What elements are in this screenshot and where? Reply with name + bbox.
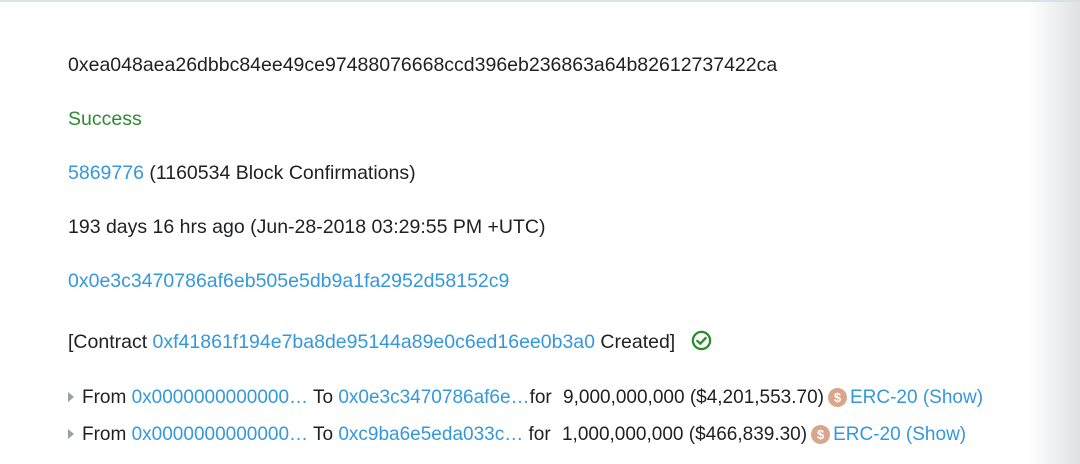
status-row: Success <box>68 107 142 131</box>
from-row: 0x0e3c3470786af6eb505e5db9a1fa2952d58152… <box>68 269 509 293</box>
caret-right-icon[interactable] <box>68 429 74 439</box>
to-prefix: [Contract <box>68 331 148 353</box>
check-circle-icon <box>691 330 711 351</box>
token-transfer-row: From 0x0000000000000… To 0xc9ba6e5eda033… <box>68 423 966 447</box>
right-edge-fade <box>1028 0 1080 464</box>
transfer-to-label: To <box>312 424 334 445</box>
transfer-to-label: To <box>312 387 334 408</box>
coin-icon: $ <box>827 388 847 407</box>
transfer-amount: 1,000,000,000 ($466,839.30) <box>561 424 808 445</box>
timestamp-row: 193 days 16 hrs ago (Jun-28-2018 03:29:5… <box>68 215 545 239</box>
transfer-to-link[interactable]: 0xc9ba6e5eda033c… <box>338 424 523 445</box>
block-row: 5869776 (1160534 Block Confirmations) <box>68 161 416 185</box>
transfer-from-link[interactable]: 0x0000000000000… <box>132 387 308 408</box>
transaction-hash: 0xea048aea26dbbc84ee49ce97488076668ccd39… <box>68 53 777 77</box>
token-transfer-row: From 0x0000000000000… To 0x0e3c3470786af… <box>68 386 983 410</box>
token-type-link[interactable]: ERC-20 (Show) <box>850 387 983 408</box>
caret-right-icon[interactable] <box>68 392 74 402</box>
block-confirmations: (1160534 Block Confirmations) <box>149 162 416 184</box>
transfer-to-link[interactable]: 0x0e3c3470786af6e… <box>338 387 529 408</box>
to-row: [Contract 0xf41861f194e7ba8de95144a89e0c… <box>68 330 712 354</box>
to-suffix: Created] <box>600 331 676 353</box>
transfer-amount: 9,000,000,000 ($4,201,553.70) <box>563 387 824 408</box>
transfer-from-label: From <box>82 424 127 445</box>
timestamp: 193 days 16 hrs ago (Jun-28-2018 03:29:5… <box>68 216 546 238</box>
top-border <box>0 0 1080 2</box>
contract-address-link[interactable]: 0xf41861f194e7ba8de95144a89e0c6ed16ee0b3… <box>153 331 595 353</box>
transaction-hash-value: 0xea048aea26dbbc84ee49ce97488076668ccd39… <box>68 54 778 76</box>
block-number-link[interactable]: 5869776 <box>68 162 144 184</box>
transfer-from-link[interactable]: 0x0000000000000… <box>132 424 308 445</box>
transfer-for-label: for <box>528 424 551 445</box>
status-badge: Success <box>68 108 142 130</box>
transfer-for-label: for <box>529 387 552 408</box>
transfer-from-label: From <box>82 387 127 408</box>
coin-icon: $ <box>811 425 831 444</box>
token-type-link[interactable]: ERC-20 (Show) <box>833 424 966 445</box>
from-address-link[interactable]: 0x0e3c3470786af6eb505e5db9a1fa2952d58152… <box>68 270 509 292</box>
